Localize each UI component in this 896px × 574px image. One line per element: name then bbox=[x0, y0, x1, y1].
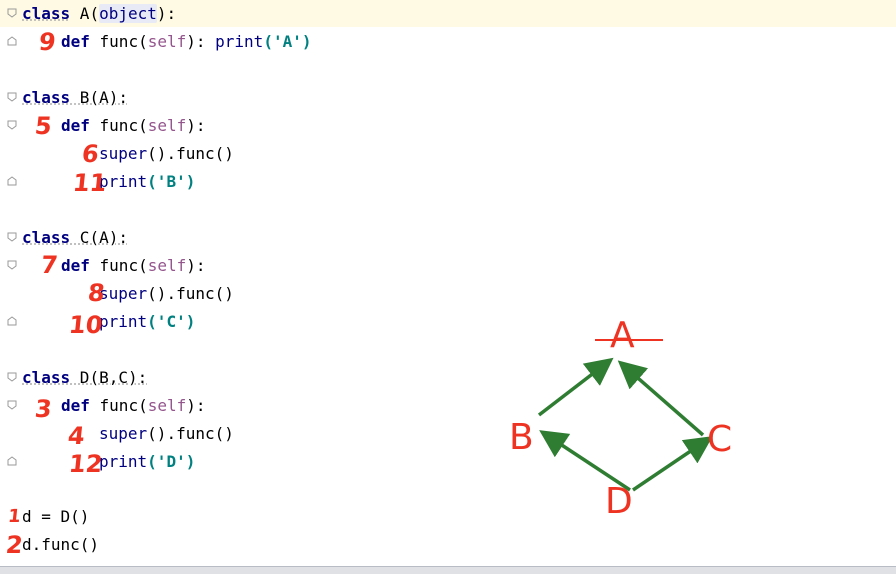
code-line-print-d[interactable]: print('D') bbox=[99, 450, 195, 474]
keyword: def bbox=[61, 396, 90, 415]
code-editor[interactable]: class A(object): def func(self): print('… bbox=[0, 0, 896, 566]
keyword: def bbox=[61, 116, 90, 135]
builtin: super bbox=[99, 144, 148, 163]
code-line-instance[interactable]: d = D() bbox=[22, 505, 89, 529]
self-param: self bbox=[147, 396, 187, 415]
code-text: ().func() bbox=[147, 144, 234, 163]
code-line-def-a[interactable]: def func(self): print('A') bbox=[61, 30, 311, 54]
code-text: ().func() bbox=[147, 284, 234, 303]
code-line-class-c[interactable]: class C(A): bbox=[22, 226, 128, 250]
code-text: func( bbox=[89, 32, 148, 51]
annotation-step: 9 bbox=[37, 28, 58, 56]
keyword: class bbox=[22, 88, 71, 107]
code-line-def-d[interactable]: def func(self): bbox=[61, 394, 206, 418]
code-text: ): bbox=[186, 32, 216, 51]
fold-icon[interactable] bbox=[7, 456, 17, 466]
code-text: ().func() bbox=[147, 424, 234, 443]
fold-icon[interactable] bbox=[7, 400, 17, 410]
annotation-step: 10 bbox=[67, 311, 104, 339]
string-literal: ('D') bbox=[147, 452, 196, 471]
annotation-step: 6 bbox=[80, 140, 101, 168]
code-line-class-a[interactable]: class A(object): bbox=[22, 2, 176, 26]
arrow-d-to-c bbox=[632, 436, 713, 492]
fold-icon[interactable] bbox=[7, 176, 17, 186]
keyword: class bbox=[22, 228, 71, 247]
node-b-label: B bbox=[509, 417, 534, 458]
string-literal: ('C') bbox=[147, 312, 196, 331]
code-line-print-c[interactable]: print('C') bbox=[99, 310, 195, 334]
code-line-call[interactable]: d.func() bbox=[22, 533, 99, 557]
annotation-step: 3 bbox=[33, 395, 54, 423]
code-text: ): bbox=[186, 116, 206, 135]
code-text: d.func() bbox=[22, 535, 100, 554]
code-line-def-b[interactable]: def func(self): bbox=[61, 114, 206, 138]
builtin: print bbox=[215, 32, 264, 51]
fold-icon[interactable] bbox=[7, 92, 17, 102]
self-param: self bbox=[147, 32, 187, 51]
string-literal: ('A') bbox=[263, 32, 312, 51]
annotation-step: 4 bbox=[66, 422, 87, 450]
node-a-label: A bbox=[610, 315, 635, 356]
builtin: print bbox=[99, 312, 148, 331]
keyword: def bbox=[61, 256, 90, 275]
inheritance-diagram: A B C D bbox=[495, 318, 765, 523]
fold-icon[interactable] bbox=[7, 120, 17, 130]
fold-icon[interactable] bbox=[7, 372, 17, 382]
code-line-print-b[interactable]: print('B') bbox=[99, 170, 195, 194]
fold-icon[interactable] bbox=[7, 316, 17, 326]
annotation-step: 2 bbox=[4, 531, 25, 559]
code-text: ): bbox=[186, 256, 206, 275]
fold-icon[interactable] bbox=[7, 232, 17, 242]
arrow-b-to-a bbox=[537, 357, 614, 417]
builtin: super bbox=[99, 284, 148, 303]
arrow-c-to-a bbox=[617, 360, 705, 437]
code-line-super-c[interactable]: super().func() bbox=[99, 282, 234, 306]
code-text: d = D() bbox=[22, 507, 90, 526]
code-line-class-b[interactable]: class B(A): bbox=[22, 86, 128, 110]
annotation-step: 5 bbox=[33, 112, 54, 140]
code-line-super-b[interactable]: super().func() bbox=[99, 142, 234, 166]
code-text: B(A): bbox=[70, 88, 128, 107]
node-d-label: D bbox=[605, 481, 633, 522]
builtin: super bbox=[99, 424, 148, 443]
fold-icon[interactable] bbox=[7, 36, 17, 46]
annotation-step: 7 bbox=[39, 251, 60, 279]
base-class: object bbox=[99, 4, 157, 23]
code-line-super-d[interactable]: super().func() bbox=[99, 422, 234, 446]
code-text: ): bbox=[186, 396, 206, 415]
keyword: class bbox=[22, 368, 71, 387]
string-literal: ('B') bbox=[147, 172, 196, 191]
keyword: def bbox=[61, 32, 90, 51]
builtin: print bbox=[99, 452, 148, 471]
node-c-label: C bbox=[707, 419, 733, 460]
code-text: func( bbox=[89, 116, 148, 135]
annotation-step: 8 bbox=[86, 279, 107, 307]
code-text: func( bbox=[89, 396, 148, 415]
code-text: D(B,C): bbox=[70, 368, 148, 387]
self-param: self bbox=[147, 256, 187, 275]
self-param: self bbox=[147, 116, 187, 135]
code-line-class-d[interactable]: class D(B,C): bbox=[22, 366, 147, 390]
fold-icon[interactable] bbox=[7, 8, 17, 18]
fold-icon[interactable] bbox=[7, 260, 17, 270]
annotation-step: 1 bbox=[6, 506, 22, 527]
code-text: func( bbox=[89, 256, 148, 275]
keyword: class bbox=[22, 4, 71, 23]
code-text: A( bbox=[70, 4, 100, 23]
annotation-step: 11 bbox=[71, 169, 108, 197]
annotation-step: 12 bbox=[67, 450, 104, 478]
code-text: ): bbox=[156, 4, 177, 23]
code-line-def-c[interactable]: def func(self): bbox=[61, 254, 206, 278]
code-text: C(A): bbox=[70, 228, 128, 247]
